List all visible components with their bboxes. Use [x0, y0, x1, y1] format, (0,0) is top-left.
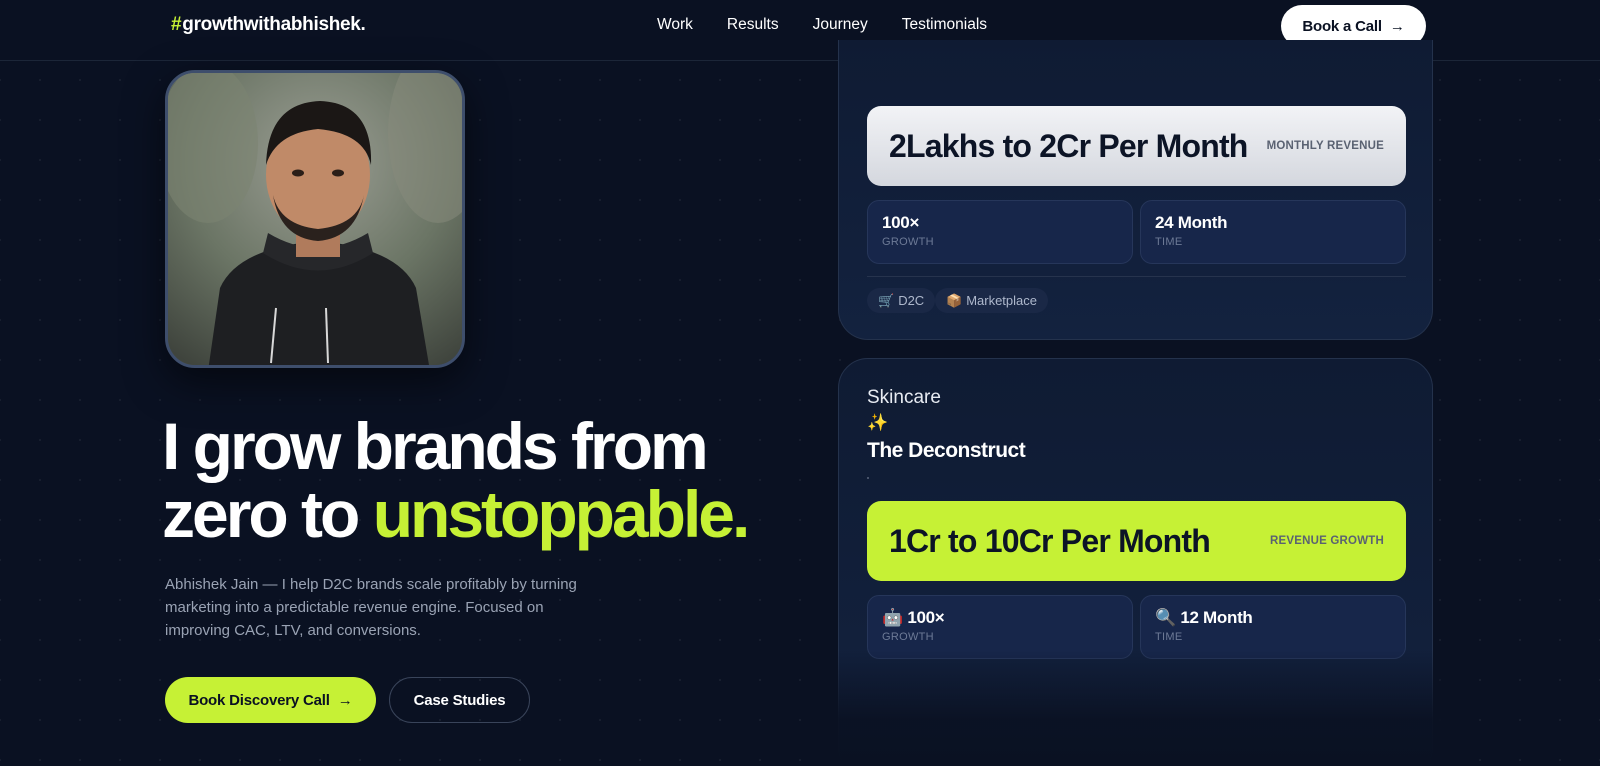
book-discovery-call-label: Book Discovery Call: [188, 691, 330, 709]
decorative-dot: [867, 477, 869, 479]
headline-accent-word: unstoppable: [372, 477, 735, 551]
tag-label: D2C: [898, 293, 925, 308]
nav-links: Work Results Journey Testimonials: [657, 16, 987, 34]
headline-period: .: [732, 477, 750, 551]
nav-link-work[interactable]: Work: [657, 16, 693, 34]
stat-value-text: 100×: [907, 608, 945, 627]
magnifier-icon: 🔍: [1155, 608, 1176, 627]
headline-line-2: zero to: [162, 477, 373, 551]
hero-subtext: Abhishek Jain — I help D2C brands scale …: [165, 576, 577, 639]
bottom-fade-overlay: [830, 650, 1445, 766]
tag-marketplace: 📦 Marketplace: [935, 288, 1048, 313]
book-discovery-call-button[interactable]: Book Discovery Call →: [165, 677, 376, 723]
revenue-label: REVENUE GROWTH: [1270, 535, 1384, 547]
package-icon: 📦: [946, 292, 963, 308]
book-a-call-label: Book a Call: [1302, 17, 1382, 35]
stat-label: TIME: [1155, 236, 1183, 248]
case-brand-name: The Deconstruct: [867, 439, 1026, 462]
site-logo[interactable]: #growthwithabhishek.: [171, 14, 366, 36]
revenue-banner: 1Cr to 10Cr Per Month REVENUE GROWTH: [867, 501, 1406, 581]
person-portrait-icon: [168, 73, 462, 365]
cart-icon: 🛒: [878, 292, 895, 308]
tag-label: Marketplace: [966, 293, 1037, 308]
stat-value: 🔍 12 Month: [1155, 608, 1391, 628]
robot-icon: 🤖: [882, 608, 903, 627]
case-studies-button[interactable]: Case Studies: [389, 677, 530, 723]
headline-line-1: I grow brands from: [162, 409, 709, 483]
revenue-value: 2Lakhs to 2Cr Per Month: [889, 127, 1248, 164]
stat-label: GROWTH: [882, 631, 934, 643]
nav-link-journey[interactable]: Journey: [813, 16, 868, 34]
stat-time: 24 Month TIME: [1140, 200, 1406, 264]
stat-growth: 100× GROWTH: [867, 200, 1133, 264]
revenue-banner: 2Lakhs to 2Cr Per Month MONTHLY REVENUE: [867, 106, 1406, 186]
card-divider: [867, 276, 1406, 277]
nav-link-results[interactable]: Results: [727, 16, 779, 34]
case-category: Skincare: [867, 387, 941, 408]
tag-list: 🛒 D2C 📦 Marketplace: [867, 288, 1406, 313]
hero-headline: I grow brands from zero to unstoppable.: [162, 409, 750, 551]
revenue-label: MONTHLY REVENUE: [1266, 140, 1384, 152]
case-studies-label: Case Studies: [413, 691, 506, 709]
sparkles-icon: ✨: [867, 413, 889, 432]
tag-d2c: 🛒 D2C: [867, 288, 936, 313]
arrow-right-icon: →: [337, 691, 353, 709]
revenue-value: 1Cr to 10Cr Per Month: [889, 522, 1211, 559]
stat-label: TIME: [1155, 631, 1183, 643]
profile-photo: [165, 70, 465, 368]
nav-link-testimonials[interactable]: Testimonials: [902, 16, 987, 34]
logo-hash: #: [171, 14, 182, 35]
stat-value: 100×: [882, 213, 920, 232]
logo-text: growthwithabhishek.: [182, 14, 366, 35]
stat-value-text: 12 Month: [1180, 608, 1253, 627]
case-card: 2Lakhs to 2Cr Per Month MONTHLY REVENUE …: [838, 40, 1433, 340]
arrow-right-icon: →: [1389, 17, 1405, 35]
stat-label: GROWTH: [882, 236, 934, 248]
stat-value: 24 Month: [1155, 213, 1228, 232]
stat-value: 🤖 100×: [882, 608, 1118, 628]
